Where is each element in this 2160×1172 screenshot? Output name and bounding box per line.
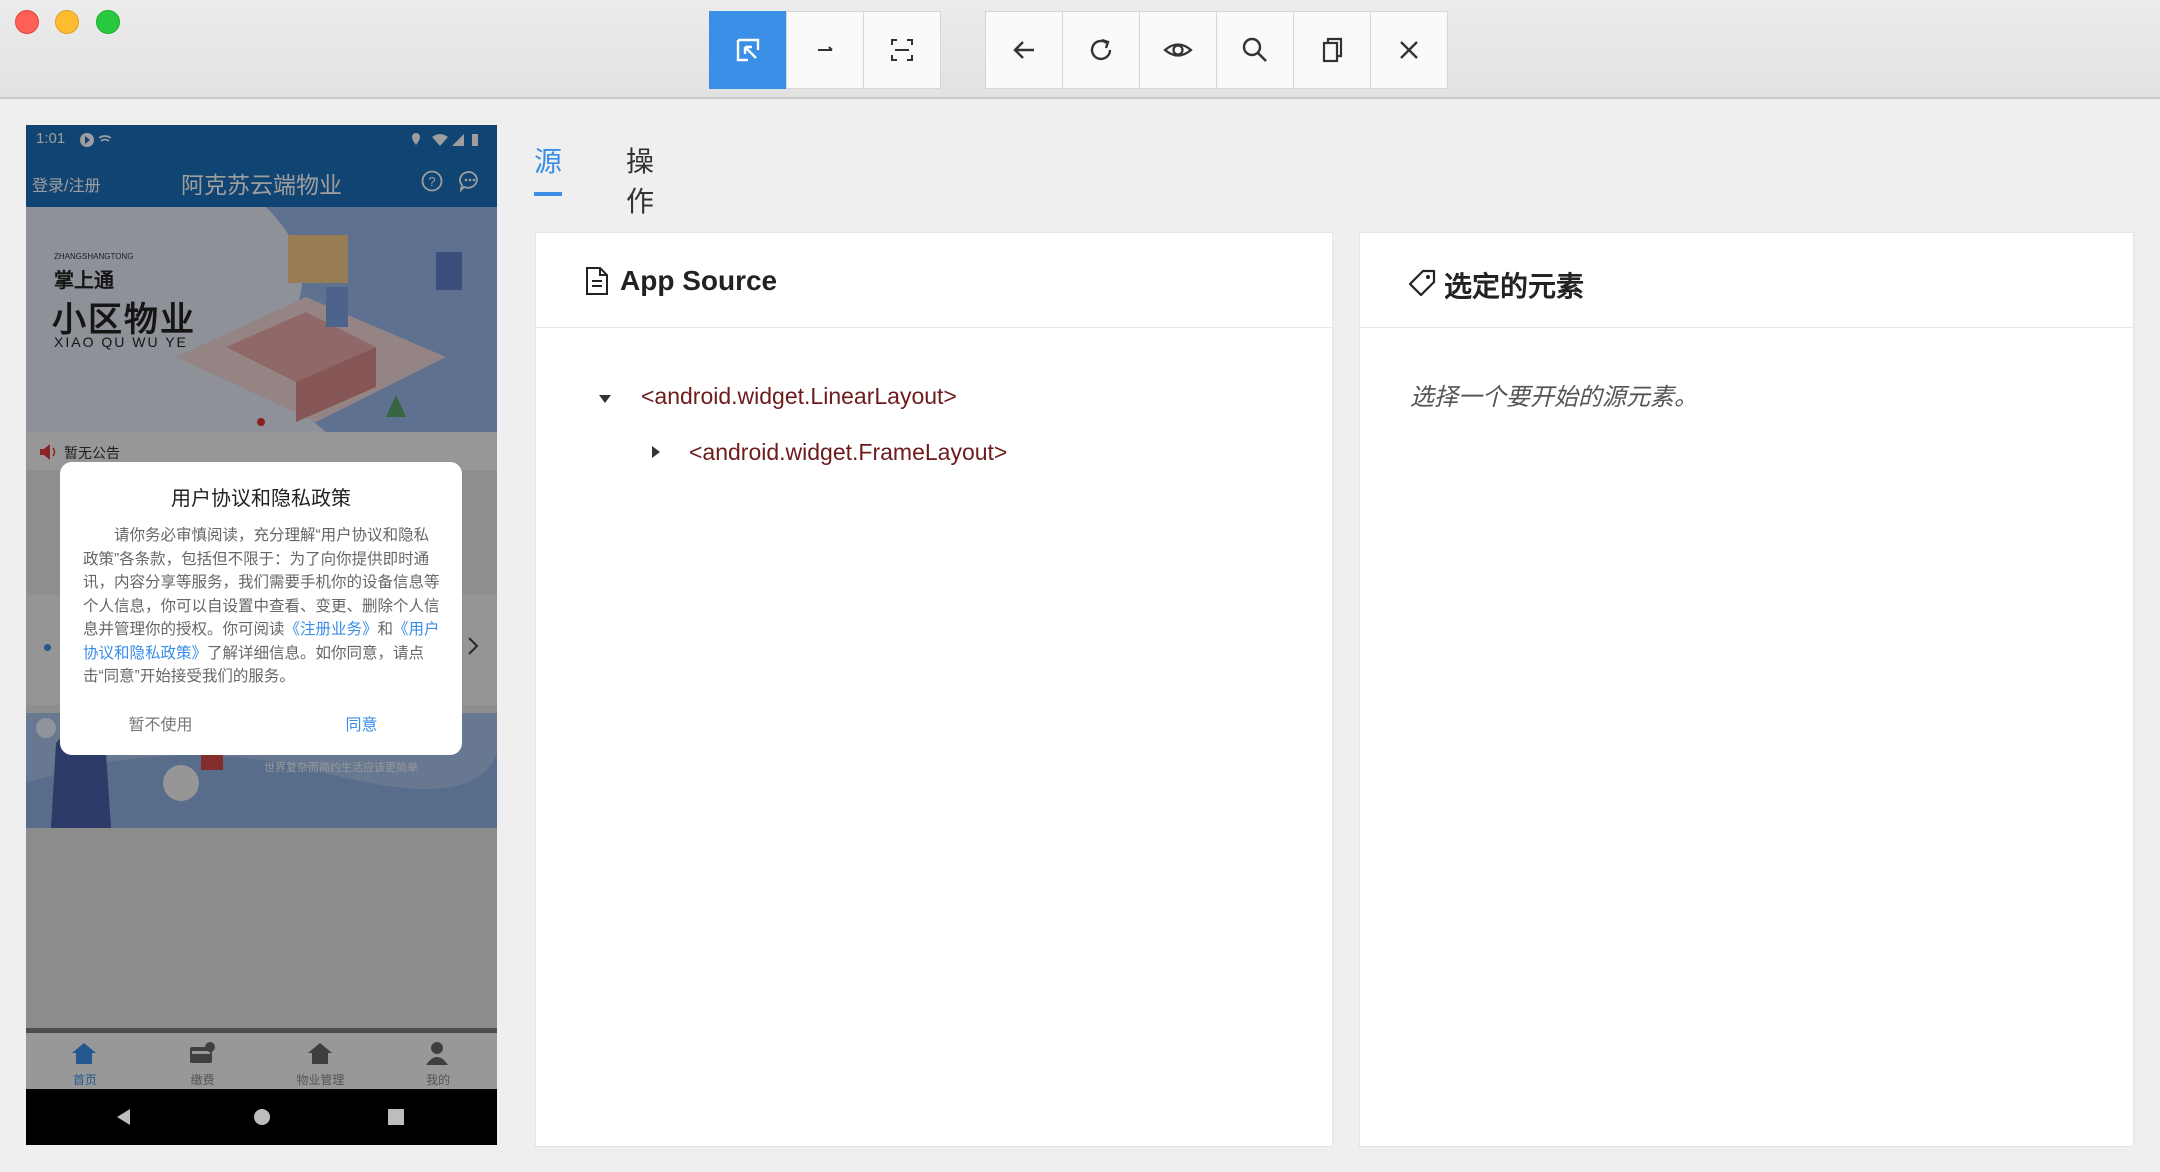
accept-button[interactable]: 同意 (261, 711, 462, 735)
tap-by-coordinates-icon (891, 39, 913, 61)
search-button[interactable] (1216, 11, 1294, 89)
minimize-window-button[interactable] (55, 10, 79, 34)
tree-node-linearlayout[interactable]: <android.widget.LinearLayout> (641, 383, 957, 410)
back-arrow-icon (1013, 41, 1034, 59)
select-elements-button[interactable] (709, 11, 787, 89)
tap-coordinates-button[interactable] (863, 11, 941, 89)
eye-icon (1163, 43, 1193, 57)
select-element-icon (736, 38, 760, 62)
app-source-panel: App Source <android.widget.LinearLayout>… (535, 232, 1333, 1147)
selected-element-panel: 选定的元素 选择一个要开始的源元素。 (1359, 232, 2134, 1147)
back-button[interactable] (985, 11, 1063, 89)
refresh-icon (1090, 38, 1112, 61)
nav-home-icon[interactable] (252, 1107, 272, 1127)
refresh-button[interactable] (1062, 11, 1140, 89)
tree-node-framelayout[interactable]: <android.widget.FrameLayout> (689, 439, 1007, 466)
app-source-title: App Source (620, 265, 778, 296)
selected-element-placeholder: 选择一个要开始的源元素。 (1410, 384, 1698, 411)
decline-button[interactable]: 暂不使用 (60, 711, 261, 735)
caret-down-icon[interactable] (598, 393, 612, 405)
dialog-and-text: 和 (377, 621, 394, 638)
dialog-body: 请你务必审慎阅读，充分理解“用户协议和隐私政策”各条款，包括但不限于：为了向你提… (83, 524, 443, 689)
nav-back-icon[interactable] (114, 1107, 134, 1127)
swipe-button[interactable] (786, 11, 864, 89)
swipe-arrow-icon (818, 46, 833, 51)
zoom-window-button[interactable] (96, 10, 120, 34)
copy-icon (1322, 37, 1343, 63)
tag-icon (1408, 269, 1436, 297)
app-source-header: App Source (536, 233, 1332, 328)
search-icon (1242, 37, 1267, 62)
dialog-title: 用户协议和隐私政策 (171, 488, 351, 510)
mode-toolbar (709, 11, 941, 89)
privacy-dialog: 用户协议和隐私政策 请你务必审慎阅读，充分理解“用户协议和隐私政策”各条款，包括… (60, 462, 462, 755)
quit-session-button[interactable] (1370, 11, 1448, 89)
caret-right-icon[interactable] (650, 445, 662, 459)
close-icon (1400, 41, 1418, 59)
active-tab-indicator (534, 192, 562, 196)
close-window-button[interactable] (15, 10, 39, 34)
file-icon (586, 267, 608, 295)
action-toolbar (985, 11, 1448, 89)
tab-source[interactable]: 源 (534, 140, 562, 180)
android-nav-bar (26, 1089, 497, 1145)
appium-inspector-window: 1:01 登录/注册 阿克苏云端物业 ? ZHANGSHANGTONG 掌上通 … (0, 0, 2160, 1172)
bottom-tab-bar: 首页 缴费 物业管理 我的 (26, 1033, 497, 1089)
show-hide-button[interactable] (1139, 11, 1217, 89)
selected-element-header: 选定的元素 (1360, 233, 2133, 328)
register-terms-link[interactable]: 《注册业务》 (285, 621, 378, 638)
title-bar (0, 0, 2160, 99)
selected-element-title: 选定的元素 (1444, 271, 1585, 302)
device-screenshot[interactable]: 1:01 登录/注册 阿克苏云端物业 ? ZHANGSHANGTONG 掌上通 … (26, 125, 497, 1145)
tab-actions[interactable]: 操作 (626, 140, 654, 220)
copy-xml-button[interactable] (1293, 11, 1371, 89)
nav-recents-icon[interactable] (386, 1107, 406, 1127)
